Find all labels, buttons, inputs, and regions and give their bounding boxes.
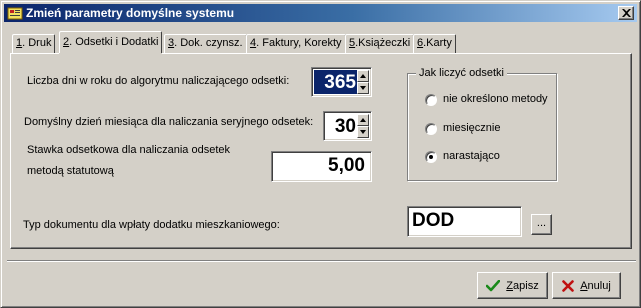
tab-label: .Książeczki [355,37,411,49]
tab-label: .Karty [423,37,452,49]
bottom-separator [7,260,636,262]
tab-ksiazeczki[interactable]: 5.Książeczki [345,34,415,53]
checkmark-icon [486,279,501,291]
cross-icon [562,279,575,292]
tab-panel [10,53,632,249]
cancel-button[interactable]: Anuluj [552,272,621,299]
dialog-window: Zmień parametry domyślne systemu 1. Druk… [0,0,641,308]
save-button[interactable]: Zapisz [477,272,548,299]
app-icon [7,5,23,21]
titlebar[interactable]: Zmień parametry domyślne systemu [4,4,637,22]
tab-label: . Dok. czynsz. [174,37,243,49]
tab-label: . Druk [22,37,52,49]
tab-druk[interactable]: 1. Druk [12,34,56,53]
tab-odsetki-i-dodatki[interactable]: 2. Odsetki i Dodatki [59,31,163,56]
tab-dok-czynsz[interactable]: 3. Dok. czynsz. [164,34,247,53]
close-icon [622,9,631,17]
save-button-content: Zapisz [478,273,547,298]
tab-label: . Faktury, Korekty [256,37,342,49]
tab-faktury-korekty[interactable]: 4. Faktury, Korekty [246,34,346,53]
cancel-label: Anuluj [580,279,611,292]
window-title: Zmień parametry domyślne systemu [26,6,235,20]
cancel-button-content: Anuluj [553,273,620,298]
tab-label: . Odsetki i Dodatki [69,36,159,48]
save-label: Zapisz [506,279,539,292]
close-button[interactable] [618,6,634,20]
tab-karty[interactable]: 6.Karty [413,34,456,53]
